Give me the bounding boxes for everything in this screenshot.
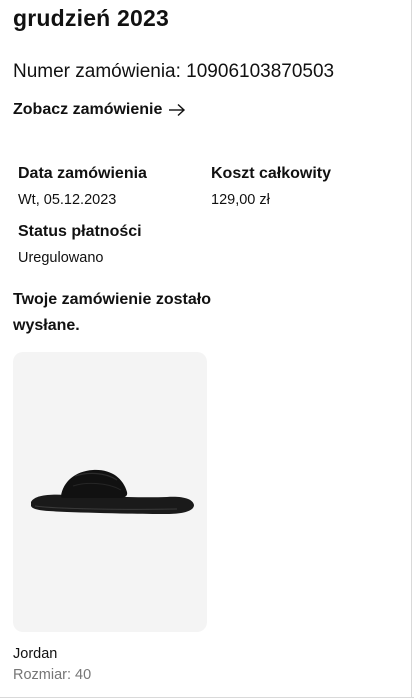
order-date-label: Data zamówienia xyxy=(18,165,147,182)
shipment-status: Twoje zamówienie zostało wysłane. xyxy=(13,291,211,334)
order-details-page: grudzień 2023 Numer zamówienia: 10906103… xyxy=(0,0,414,698)
total-cost-block: Koszt całkowity 129,00 zł xyxy=(211,165,331,208)
total-cost-value: 129,00 zł xyxy=(211,192,270,208)
slide-sandal-image xyxy=(31,469,194,514)
order-number: Numer zamówienia: 10906103870503 xyxy=(13,61,335,82)
product-brand: Jordan xyxy=(13,646,58,662)
total-cost-label: Koszt całkowity xyxy=(211,165,332,182)
payment-status-block: Status płatności Uregulowano xyxy=(18,223,142,266)
product-size: Rozmiar: 40 xyxy=(13,667,92,683)
payment-status-label: Status płatności xyxy=(18,223,142,240)
month-heading: grudzień 2023 xyxy=(13,5,169,31)
order-date-value: Wt, 05.12.2023 xyxy=(18,192,117,208)
arrow-right-icon xyxy=(169,103,186,117)
product-card[interactable] xyxy=(13,352,207,632)
view-order-link[interactable]: Zobacz zamówienie xyxy=(13,101,186,119)
payment-status-value: Uregulowano xyxy=(18,250,104,266)
right-divider xyxy=(411,0,412,698)
order-date-block: Data zamówienia Wt, 05.12.2023 xyxy=(18,165,147,208)
view-order-label: Zobacz zamówienie xyxy=(13,101,163,118)
